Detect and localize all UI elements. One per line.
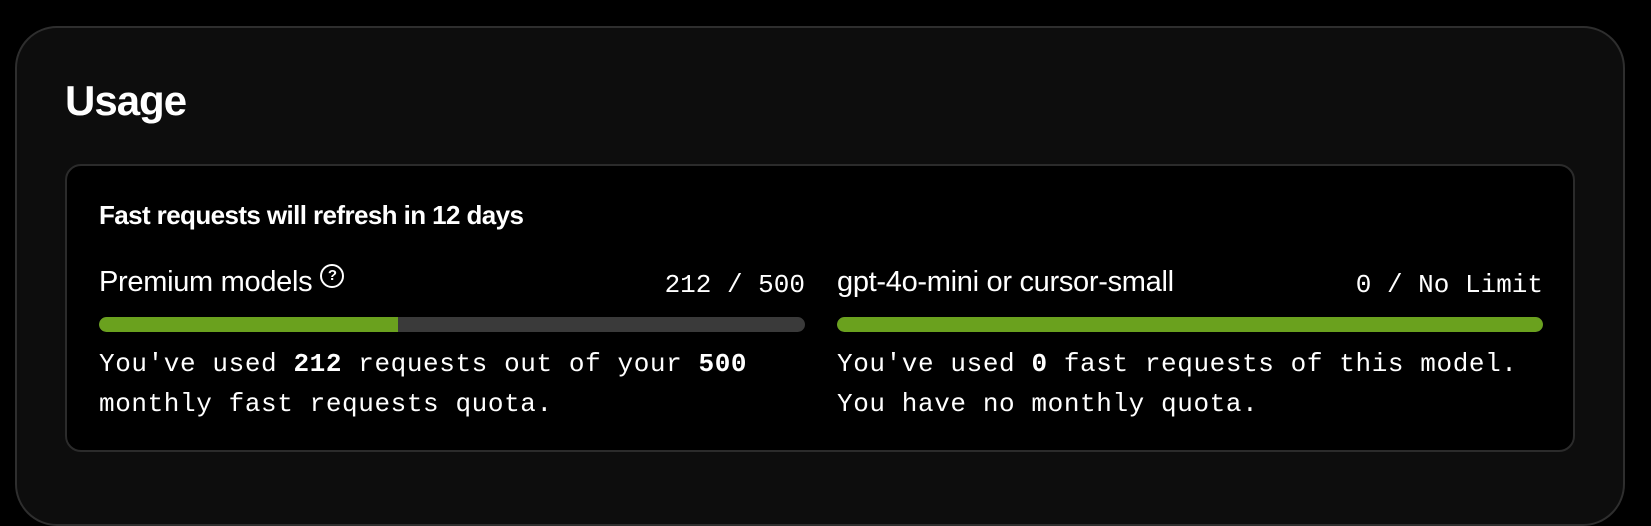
premium-models-label: Premium models bbox=[99, 266, 313, 298]
mini-models-header: gpt-4o-mini or cursor-small 0 / No Limit bbox=[837, 264, 1543, 304]
premium-models-progress-fill bbox=[99, 317, 399, 332]
help-icon[interactable]: ? bbox=[320, 264, 345, 288]
mini-models-description: You've used 0 fast requests of this mode… bbox=[837, 344, 1543, 424]
premium-models-description: You've used 212 requests out of your 500… bbox=[99, 344, 805, 424]
mini-desc-used: 0 bbox=[1031, 349, 1048, 379]
premium-desc-part3: monthly fast requests quota. bbox=[99, 389, 553, 419]
mini-models-progress-fill bbox=[837, 317, 1543, 332]
premium-models-usage: Premium models? 212 / 500 You've used 21… bbox=[99, 264, 805, 419]
usage-card: Usage Fast requests will refresh in 12 d… bbox=[15, 26, 1625, 526]
premium-desc-part1: You've used bbox=[99, 349, 294, 379]
mini-models-usage: gpt-4o-mini or cursor-small 0 / No Limit… bbox=[837, 264, 1543, 419]
usage-title: Usage bbox=[65, 77, 187, 124]
premium-desc-used: 212 bbox=[293, 349, 343, 379]
mini-desc-part1: You've used bbox=[837, 349, 1032, 379]
fast-requests-panel: Fast requests will refresh in 12 days Pr… bbox=[65, 164, 1575, 452]
premium-models-count: 212 / 500 bbox=[664, 270, 805, 300]
mini-models-label: gpt-4o-mini or cursor-small bbox=[837, 266, 1174, 298]
premium-desc-quota: 500 bbox=[698, 349, 748, 379]
premium-desc-part2: requests out of your bbox=[342, 349, 699, 379]
refresh-notice: Fast requests will refresh in 12 days bbox=[99, 200, 524, 230]
premium-models-progress-bar bbox=[99, 317, 805, 332]
premium-models-label-wrap: Premium models? bbox=[99, 264, 345, 299]
mini-models-count: 0 / No Limit bbox=[1355, 270, 1543, 300]
mini-models-progress-bar bbox=[837, 317, 1543, 332]
premium-models-header: Premium models? 212 / 500 bbox=[99, 264, 805, 304]
